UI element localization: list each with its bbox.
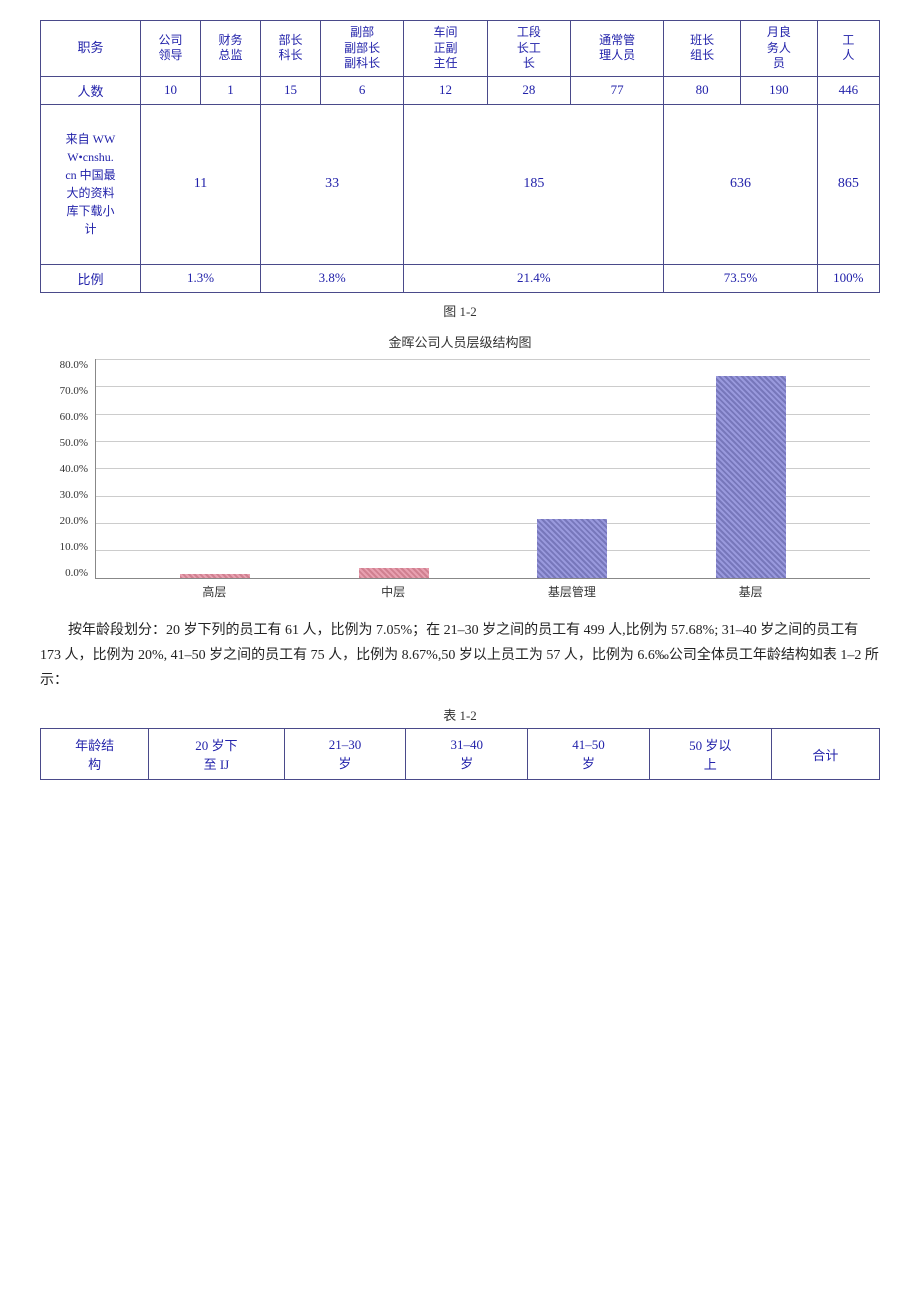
y-label-40: 40.0% [60, 463, 88, 475]
y-label-0: 0.0% [65, 567, 88, 579]
bar-grassroots-mgr [537, 519, 607, 578]
count-company-leader: 10 [141, 76, 201, 104]
count-normal-mgr: 77 [570, 76, 663, 104]
age-col-header-41to50: 41–50岁 [528, 729, 650, 780]
col-header-service-staff: 月良务人员 [741, 21, 818, 77]
ratio-grassroots: 73.5% [664, 264, 817, 292]
y-label-60: 60.0% [60, 411, 88, 423]
col-header-team-leader: 班长组长 [664, 21, 741, 77]
bar-grassroots [716, 376, 786, 578]
y-label-80: 80.0% [60, 359, 88, 371]
bar-senior [180, 574, 250, 578]
personnel-structure-table: 职务 公司领导 财务总监 部长科长 副部副部长副科长 车间正副主任 工段长工长 … [40, 20, 880, 293]
count-workshop: 12 [404, 76, 487, 104]
row-label-ratio: 比例 [41, 264, 141, 292]
count-service-staff: 190 [741, 76, 818, 104]
ratio-grassroots-mgr: 21.4% [404, 264, 664, 292]
y-label-10: 10.0% [60, 541, 88, 553]
y-label-30: 30.0% [60, 489, 88, 501]
subtotal-total: 865 [817, 104, 879, 264]
col-header-worker: 工人 [817, 21, 879, 77]
ratio-total: 100% [817, 264, 879, 292]
y-label-70: 70.0% [60, 385, 88, 397]
figure-label: 图 1-2 [40, 301, 880, 320]
ratio-senior: 1.3% [141, 264, 261, 292]
count-section-leader: 28 [487, 76, 570, 104]
x-label-senior: 高层 [179, 583, 249, 600]
table2-label: 表 1-2 [40, 705, 880, 724]
subtotal-senior: 11 [141, 104, 261, 264]
age-structure-table: 年龄结构 20 岁下至 IJ 21–30岁 31–40岁 41–50岁 50 岁… [40, 728, 880, 780]
count-deputy-dept: 6 [321, 76, 404, 104]
x-label-grassroots: 基层 [716, 583, 786, 600]
subtotal-grassroots: 636 [664, 104, 817, 264]
row-label-subtotal: 来自 WWW•cnshu.cn 中国最大的资料库下载小计 [41, 104, 141, 264]
col-header-section-leader: 工段长工长 [487, 21, 570, 77]
count-dept-chief: 15 [261, 76, 321, 104]
age-col-header-over50: 50 岁以上 [649, 729, 771, 780]
ratio-middle: 3.8% [261, 264, 404, 292]
chart-title: 金晖公司人员层级结构图 [40, 332, 880, 351]
y-label-20: 20.0% [60, 515, 88, 527]
bar-chart: 金晖公司人员层级结构图 80.0% 70.0% 60.0% 50.0% 40.0… [40, 332, 880, 600]
bar-middle [359, 568, 429, 578]
x-label-grassroots-mgr: 基层管理 [537, 583, 607, 600]
age-col-header-structure: 年龄结构 [41, 729, 149, 780]
col-header-dept-chief: 部长科长 [261, 21, 321, 77]
col-header-normal-mgr: 通常管理人员 [570, 21, 663, 77]
subtotal-middle: 33 [261, 104, 404, 264]
y-label-50: 50.0% [60, 437, 88, 449]
count-finance-director: 1 [201, 76, 261, 104]
count-team-leader: 80 [664, 76, 741, 104]
age-col-header-total: 合计 [771, 729, 879, 780]
col-header-company-leader: 公司领导 [141, 21, 201, 77]
subtotal-grassroots-mgr: 185 [404, 104, 664, 264]
row-label-count: 人数 [41, 76, 141, 104]
col-header-workshop: 车间正副主任 [404, 21, 487, 77]
grid-80 [96, 359, 870, 360]
x-label-middle: 中层 [358, 583, 428, 600]
count-worker: 446 [817, 76, 879, 104]
col-header-position: 职务 [41, 21, 141, 77]
col-header-deputy-dept: 副部副部长副科长 [321, 21, 404, 77]
age-col-header-under20: 20 岁下至 IJ [149, 729, 284, 780]
age-col-header-21to30: 21–30岁 [284, 729, 406, 780]
age-col-header-31to40: 31–40岁 [406, 729, 528, 780]
col-header-finance-director: 财务总监 [201, 21, 261, 77]
age-description-paragraph: 按年龄段划分：20 岁下列的员工有 61 人，比例为 7.05%；在 21–30… [40, 618, 880, 694]
